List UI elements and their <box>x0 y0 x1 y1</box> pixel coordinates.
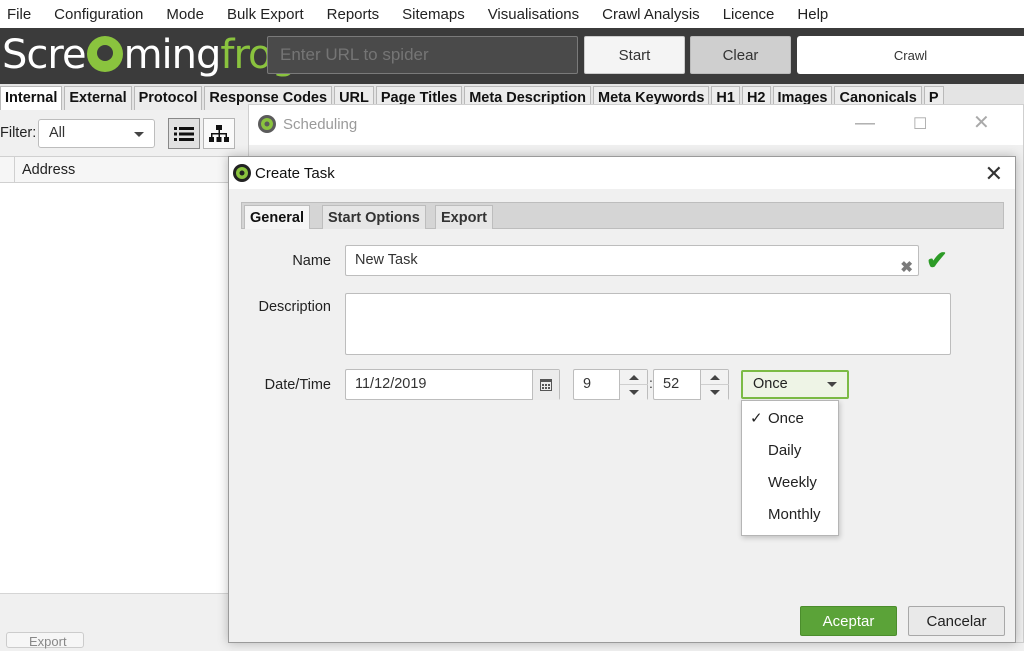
table-header: Address <box>0 156 240 183</box>
logo-text-part: ming <box>123 32 222 78</box>
close-icon[interactable]: ✕ <box>985 161 1003 187</box>
address-column-header[interactable]: Address <box>22 162 75 178</box>
screaming-frog-logo: Scre mingfrog <box>2 32 297 78</box>
description-label: Description <box>258 299 331 315</box>
menu-bulk-export[interactable]: Bulk Export <box>227 6 304 23</box>
tab-internal[interactable]: Internal <box>0 86 63 110</box>
minimize-icon[interactable]: — <box>855 113 875 133</box>
frequency-dropdown-menu: ✓ Once Daily Weekly Monthly <box>741 400 839 536</box>
app-header: Scremingfrog Start Clear Crawl <box>0 28 1024 84</box>
option-weekly[interactable]: Weekly <box>742 469 838 497</box>
list-icon <box>174 126 194 141</box>
clear-button[interactable]: Clear <box>690 36 791 74</box>
frog-logo-icon <box>86 36 123 72</box>
tab-external[interactable]: External <box>64 86 132 110</box>
tab-protocol[interactable]: Protocol <box>133 86 203 110</box>
option-label: Monthly <box>768 506 821 523</box>
minute-stepper[interactable]: 52 <box>653 369 729 400</box>
tab-export[interactable]: Export <box>435 205 493 229</box>
option-once[interactable]: ✓ Once <box>742 405 838 433</box>
hour-value: 9 <box>583 376 592 392</box>
option-label: Daily <box>768 442 802 459</box>
list-view-button[interactable] <box>168 118 200 149</box>
calendar-button[interactable] <box>532 370 559 400</box>
menu-help[interactable]: Help <box>797 6 828 23</box>
url-input[interactable] <box>267 36 578 74</box>
frog-app-icon <box>258 115 276 133</box>
menu-bar: File Configuration Mode Bulk Export Repo… <box>0 0 1024 28</box>
dialog-title: Create Task <box>255 165 335 182</box>
menu-file[interactable]: File <box>7 6 31 23</box>
scheduling-titlebar: Scheduling — ☐ ✕ <box>249 105 1023 145</box>
menu-crawl-analysis[interactable]: Crawl Analysis <box>602 6 700 23</box>
description-field[interactable] <box>345 293 951 355</box>
frog-app-icon <box>233 164 251 182</box>
start-button[interactable]: Start <box>584 36 685 74</box>
frequency-value: Once <box>753 376 788 392</box>
frequency-select[interactable]: Once <box>741 370 849 399</box>
arrow-down-icon <box>629 390 639 395</box>
minute-down-button[interactable] <box>701 385 729 400</box>
menu-reports[interactable]: Reports <box>327 6 380 23</box>
datetime-label: Date/Time <box>264 377 331 393</box>
hour-up-button[interactable] <box>620 370 648 385</box>
arrow-up-icon <box>629 374 639 380</box>
option-label: Once <box>768 410 804 427</box>
chevron-down-icon <box>827 382 837 387</box>
menu-visualisations[interactable]: Visualisations <box>488 6 579 23</box>
bottom-bar: Export <box>0 593 240 649</box>
minute-up-button[interactable] <box>701 370 729 385</box>
minute-spinner <box>700 370 729 400</box>
tree-icon <box>209 124 229 142</box>
create-task-dialog: Create Task ✕ General Start Options Expo… <box>228 156 1016 643</box>
option-daily[interactable]: Daily <box>742 437 838 465</box>
results-table <box>0 183 240 593</box>
chevron-down-icon <box>134 132 144 137</box>
filter-value: All <box>49 125 66 141</box>
hour-stepper[interactable]: 9 <box>573 369 648 400</box>
crawl-progress-bar: Crawl <box>797 36 1024 74</box>
column-divider <box>14 157 15 183</box>
arrow-up-icon <box>710 374 720 380</box>
minute-value: 52 <box>663 376 680 392</box>
date-field[interactable]: 11/12/2019 <box>345 369 560 400</box>
calendar-icon <box>540 379 552 391</box>
date-value: 11/12/2019 <box>355 376 427 392</box>
name-label: Name <box>292 253 331 269</box>
filter-label: Filter: <box>0 125 37 141</box>
menu-mode[interactable]: Mode <box>166 6 204 23</box>
filter-select[interactable]: All <box>38 119 155 148</box>
option-monthly[interactable]: Monthly <box>742 501 838 529</box>
menu-configuration[interactable]: Configuration <box>54 6 143 23</box>
tab-start-options[interactable]: Start Options <box>322 205 426 229</box>
tab-general[interactable]: General <box>244 205 310 229</box>
scheduling-title: Scheduling <box>283 116 358 133</box>
hour-down-button[interactable] <box>620 385 648 400</box>
hour-spinner <box>619 370 648 400</box>
accept-button[interactable]: Aceptar <box>800 606 897 636</box>
name-field[interactable]: New Task ✖ <box>345 245 919 276</box>
menu-sitemaps[interactable]: Sitemaps <box>402 6 465 23</box>
tree-view-button[interactable] <box>203 118 235 149</box>
close-icon[interactable]: ✕ <box>973 113 990 133</box>
dialog-tab-bar: General Start Options Export <box>241 202 1004 229</box>
dialog-titlebar: Create Task ✕ <box>229 157 1015 189</box>
menu-licence[interactable]: Licence <box>723 6 775 23</box>
cancel-button[interactable]: Cancelar <box>908 606 1005 636</box>
export-button[interactable]: Export <box>6 632 84 649</box>
clear-icon[interactable]: ✖ <box>900 253 913 282</box>
name-value: New Task <box>355 252 418 268</box>
filter-bar: Filter: All <box>0 110 240 156</box>
option-label: Weekly <box>768 474 817 491</box>
valid-check-icon: ✔ <box>926 245 948 275</box>
logo-text-part: Scre <box>2 32 87 78</box>
arrow-down-icon <box>710 390 720 395</box>
maximize-icon[interactable]: ☐ <box>913 115 927 135</box>
checkmark-icon: ✓ <box>750 410 763 427</box>
